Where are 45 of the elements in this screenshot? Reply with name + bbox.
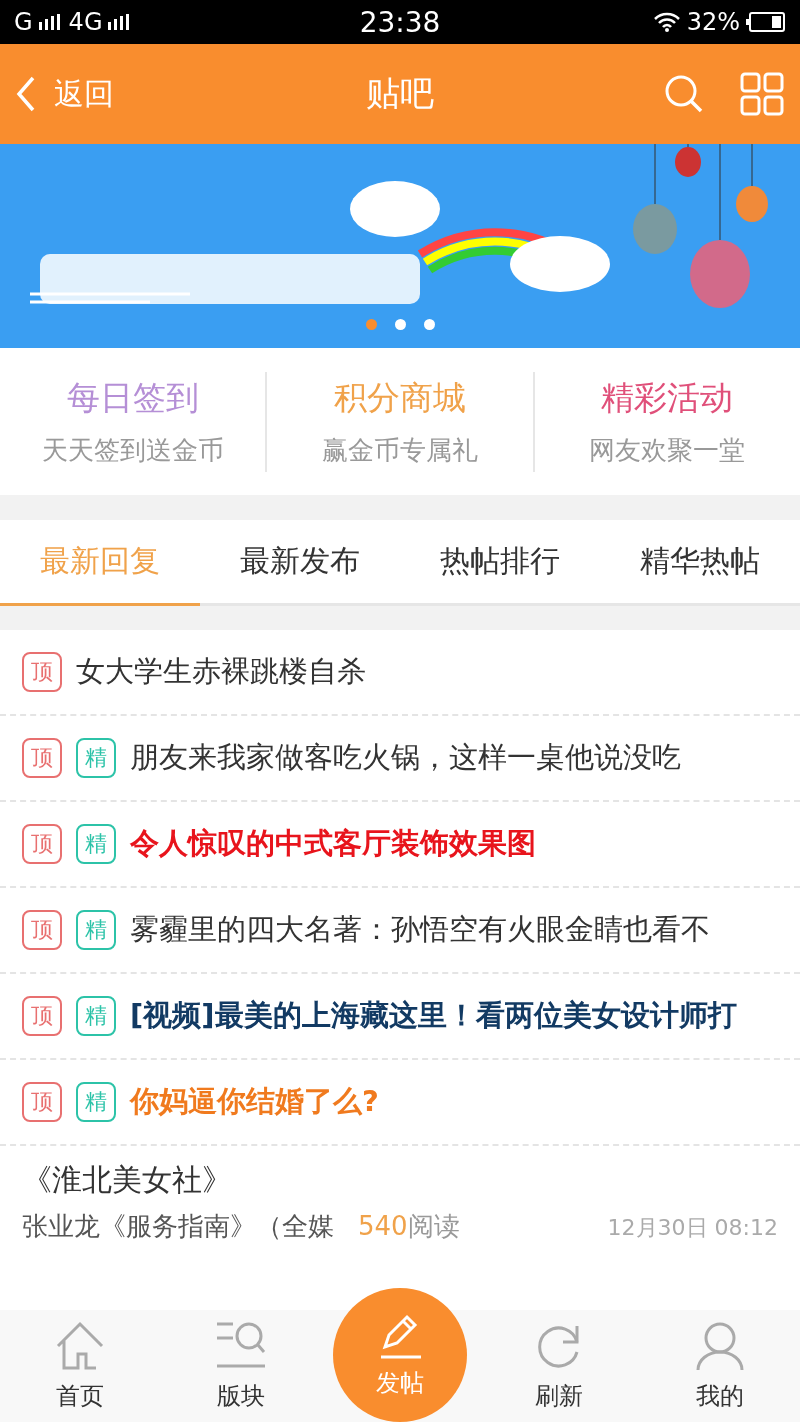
carousel-dot[interactable] xyxy=(394,319,406,330)
nav-tab[interactable]: 版块 xyxy=(160,1320,321,1412)
battery-percent: 32% xyxy=(686,8,740,36)
wifi-icon xyxy=(652,12,681,32)
tab[interactable]: 最新发布 xyxy=(200,520,400,606)
carousel-dot[interactable] xyxy=(423,319,435,330)
pinned-tag: 顶 xyxy=(22,738,62,778)
post-title[interactable]: 雾霾里的四大名著：孙悟空有火眼金睛也看不 xyxy=(130,910,710,950)
featured-tag: 精 xyxy=(76,824,116,864)
nav-tab[interactable]: 刷新 xyxy=(479,1320,640,1412)
forum-name[interactable]: 《淮北美女社》 xyxy=(22,1160,778,1201)
carousel-dot[interactable] xyxy=(365,319,377,330)
featured-tag: 精 xyxy=(76,1082,116,1122)
post-title[interactable]: 令人惊叹的中式客厅装饰效果图 xyxy=(130,824,536,864)
nav-tab[interactable]: 首页 xyxy=(0,1320,161,1412)
pinned-tag: 顶 xyxy=(22,1082,62,1122)
tab[interactable]: 精华热帖 xyxy=(600,520,800,606)
pinned-tag: 顶 xyxy=(22,910,62,950)
post-title[interactable]: 朋友来我家做客吃火锅，这样一桌他说没吃 xyxy=(130,738,681,778)
pinned-tag: 顶 xyxy=(22,824,62,864)
post-title[interactable]: 女大学生赤裸跳楼自杀 xyxy=(76,652,366,692)
signal-icon xyxy=(38,14,63,30)
featured-tag: 精 xyxy=(76,910,116,950)
quick-link-subtitle: 天天签到送金币 xyxy=(41,433,224,467)
post-time: 12月30日 08:12 xyxy=(607,1214,778,1242)
page-title: 贴吧 xyxy=(366,72,434,115)
quick-link-title[interactable]: 精彩活动 xyxy=(601,375,734,421)
network-label: 4G xyxy=(68,8,103,36)
pinned-tag: 顶 xyxy=(22,652,62,692)
article-title[interactable]: 张业龙《服务指南》（全媒 xyxy=(22,1209,334,1244)
carrier-label: G xyxy=(14,8,33,36)
featured-tag: 精 xyxy=(76,738,116,778)
quick-link-subtitle: 网友欢聚一堂 xyxy=(589,433,746,467)
search-icon[interactable] xyxy=(664,74,704,114)
nav-tab[interactable]: 我的 xyxy=(639,1320,800,1412)
pinned-tag: 顶 xyxy=(22,996,62,1036)
clock: 23:38 xyxy=(359,5,441,39)
battery-icon xyxy=(746,12,786,32)
featured-tag: 精 xyxy=(76,996,116,1036)
post-title[interactable]: [视频]最美的上海藏这里！看两位美女设计师打 xyxy=(130,996,737,1036)
quick-link-subtitle: 赢金币专属礼 xyxy=(322,433,478,467)
grid-icon[interactable] xyxy=(740,72,784,116)
tab[interactable]: 热帖排行 xyxy=(400,520,600,606)
read-count: 540阅读 xyxy=(358,1210,460,1243)
back-icon[interactable] xyxy=(16,76,36,112)
